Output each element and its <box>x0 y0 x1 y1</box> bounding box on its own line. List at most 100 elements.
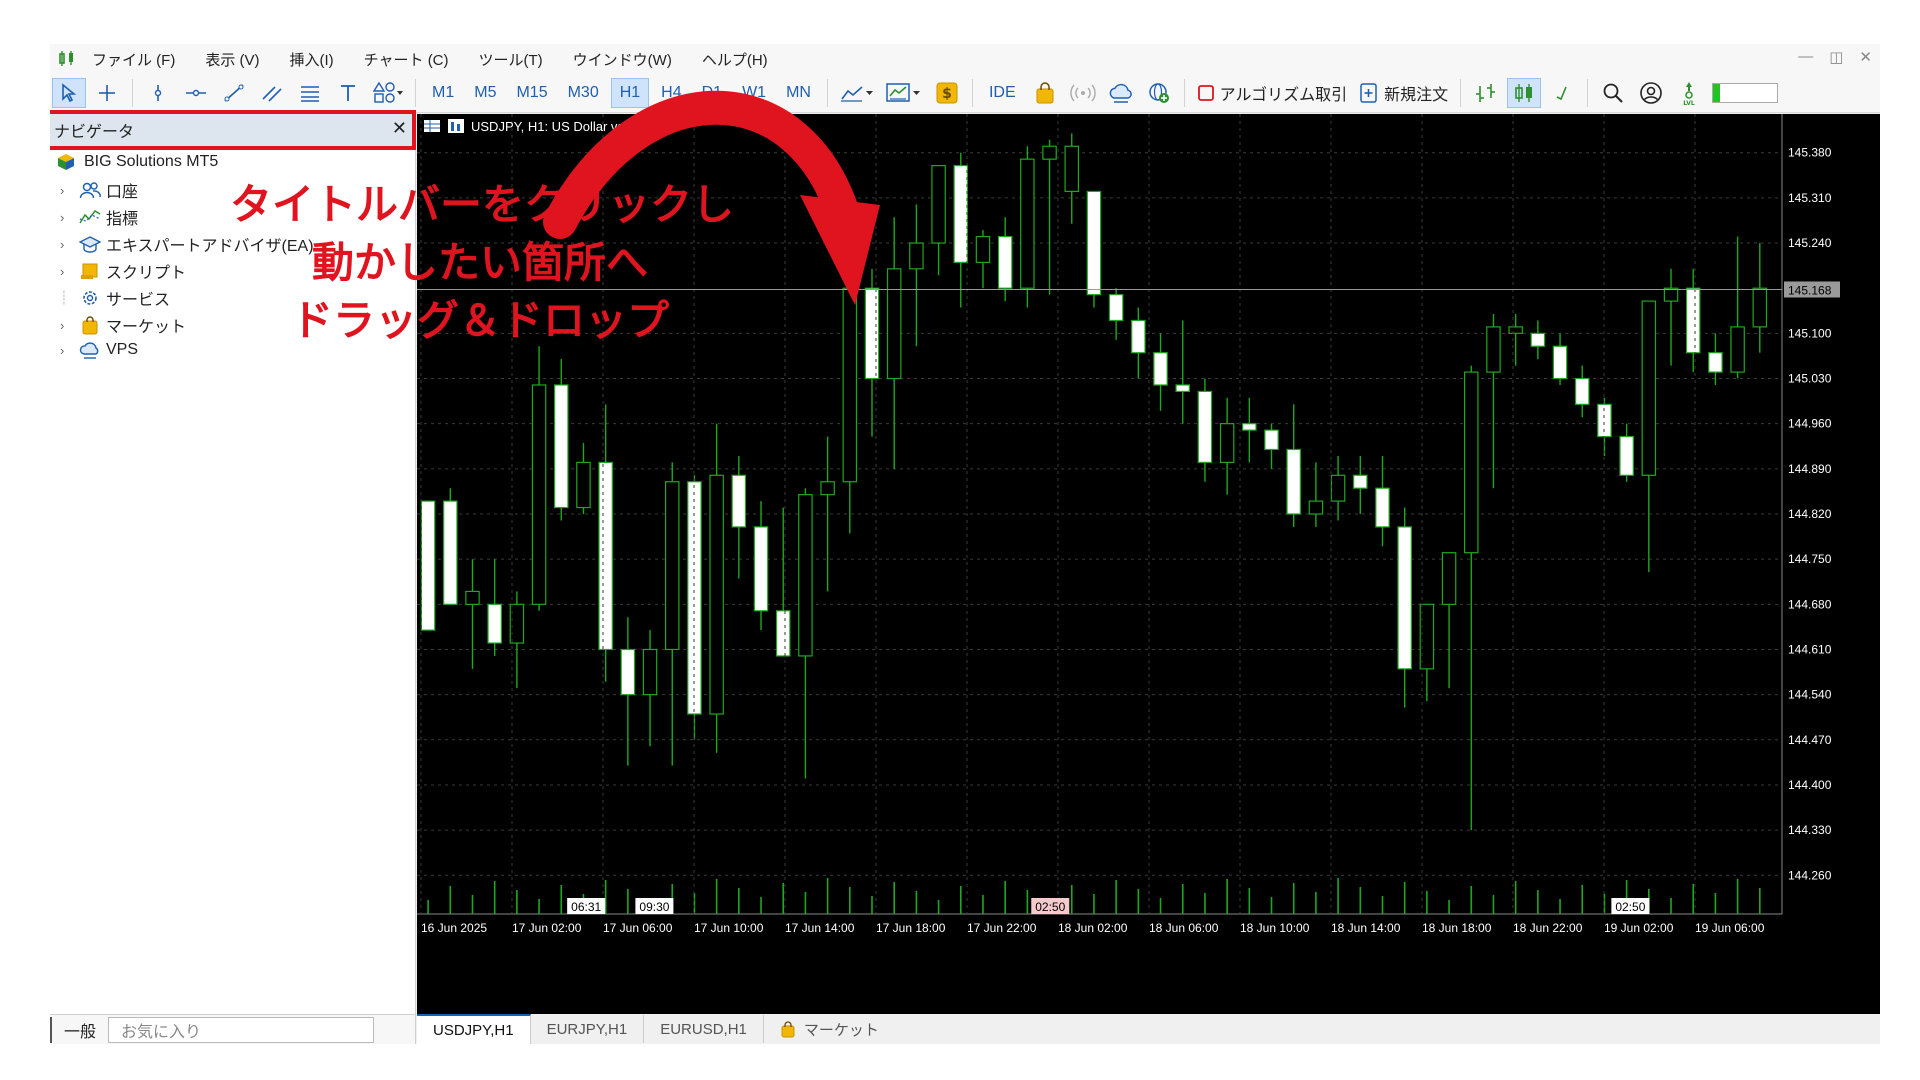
tab-favorites[interactable]: お気に入り <box>108 1017 375 1043</box>
navigator-title-bar[interactable]: ナビゲータ ✕ <box>50 110 416 150</box>
trading-dollar-button[interactable]: $ <box>930 78 964 108</box>
expand-arrow-icon[interactable]: › <box>60 318 78 333</box>
cursor-tool-button[interactable] <box>52 78 86 108</box>
tree-item-indicators[interactable]: › 指標 <box>60 205 138 229</box>
candle-body <box>1353 474 1368 489</box>
tab-market[interactable]: マーケット <box>764 1015 895 1043</box>
tree-item-services[interactable]: ┊ サービス <box>60 286 170 310</box>
chart-symbol-label: USDJPY, H1: US Dollar vs Jap <box>471 118 649 134</box>
horizontal-line-button[interactable] <box>179 78 213 108</box>
tree-item-scripts[interactable]: › スクリプト <box>60 259 186 283</box>
tree-item-market[interactable]: › マーケット <box>60 313 186 337</box>
algo-trading-button[interactable]: アルゴリズム取引 <box>1193 78 1352 108</box>
timeframe-m1[interactable]: M1 <box>424 78 462 108</box>
menu-file[interactable]: ファイル (F) <box>92 49 175 70</box>
navigator-tabs: 一般 お気に入り <box>50 1014 415 1044</box>
price-tick-label: 144.540 <box>1788 688 1832 702</box>
channel-button[interactable] <box>255 78 289 108</box>
menu-view[interactable]: 表示 (V) <box>205 49 259 70</box>
ide-button[interactable]: IDE <box>981 78 1024 108</box>
menu-bar: ファイル (F) 表示 (V) 挿入(I) チャート (C) ツール(T) ウイ… <box>50 44 1880 74</box>
candle-body <box>620 648 636 696</box>
expand-arrow-icon[interactable]: › <box>60 237 78 252</box>
price-tick-label: 144.890 <box>1788 462 1832 476</box>
tree-item-accounts[interactable]: › 口座 <box>60 178 138 202</box>
level-button[interactable]: LVL <box>1672 78 1706 108</box>
bar-chart-button[interactable] <box>1469 78 1503 108</box>
market-button[interactable] <box>1028 78 1062 108</box>
price-tick-label: 144.470 <box>1788 733 1832 747</box>
search-button[interactable] <box>1596 78 1630 108</box>
candle-body <box>975 235 991 263</box>
user-icon <box>1640 82 1662 104</box>
trendline-button[interactable] <box>217 78 251 108</box>
tab-common[interactable]: 一般 <box>50 1017 108 1043</box>
timeframe-w1[interactable]: W1 <box>734 78 774 108</box>
candle-body <box>576 461 591 509</box>
tree-item-vps[interactable]: › VPS <box>60 340 138 360</box>
indicators-button[interactable] <box>882 78 926 108</box>
time-tick-label: 17 Jun 18:00 <box>876 921 946 935</box>
annotation-line: ドラッグ＆ドロップ <box>290 296 669 345</box>
menu-insert[interactable]: 挿入(I) <box>290 49 334 70</box>
candle-body <box>554 384 569 509</box>
globe-plus-icon <box>1148 83 1169 103</box>
expand-arrow-icon[interactable]: › <box>60 343 78 358</box>
timeframe-m5[interactable]: M5 <box>466 78 504 108</box>
chart-type-button[interactable] <box>836 78 878 108</box>
expand-arrow-icon[interactable]: › <box>60 210 78 225</box>
candle-body <box>1108 294 1124 322</box>
tab-usdjpy-h1[interactable]: USDJPY,H1 <box>417 1014 531 1044</box>
expand-arrow-icon[interactable]: › <box>60 183 78 198</box>
candle-body <box>443 500 458 605</box>
timeframe-m30[interactable]: M30 <box>560 78 607 108</box>
candle-body <box>931 165 946 244</box>
price-tick-label: 145.030 <box>1788 372 1832 386</box>
indicators-icon <box>886 83 920 102</box>
timeframe-d1[interactable]: D1 <box>694 78 730 108</box>
tree-root-broker[interactable]: BIG Solutions MT5 <box>56 152 218 172</box>
line-mode-button[interactable] <box>1545 78 1579 108</box>
shapes-button[interactable] <box>369 78 407 108</box>
candle-body <box>1574 377 1590 405</box>
toolbar: M1 M5 M15 M30 H1 H4 D1 W1 MN $ IDE アルゴリズ… <box>50 74 1880 113</box>
menu-window[interactable]: ウインドウ(W) <box>573 49 672 70</box>
timeframe-m15[interactable]: M15 <box>508 78 555 108</box>
timeframe-mn[interactable]: MN <box>778 78 819 108</box>
candle-body <box>509 603 525 644</box>
account-button[interactable] <box>1634 78 1668 108</box>
candle-body <box>1730 326 1745 373</box>
timeframe-h1[interactable]: H1 <box>610 78 650 108</box>
fibonacci-icon <box>301 86 319 102</box>
crosshair-tool-button[interactable] <box>90 78 124 108</box>
timeframe-h4[interactable]: H4 <box>653 78 689 108</box>
text-tool-button[interactable] <box>331 78 365 108</box>
table-icon <box>424 120 440 132</box>
new-order-button[interactable]: 新規注文 <box>1355 78 1452 108</box>
fibonacci-button[interactable] <box>293 78 327 108</box>
menu-chart[interactable]: チャート (C) <box>364 49 449 70</box>
candlestick-button[interactable] <box>1507 78 1542 108</box>
time-tick-label: 18 Jun 18:00 <box>1422 921 1492 935</box>
price-tick-label: 145.380 <box>1788 146 1832 160</box>
tree-item-label: VPS <box>106 341 139 358</box>
signals-button[interactable] <box>1066 78 1100 108</box>
restore-button[interactable]: ◫ <box>1829 48 1843 66</box>
web-trading-button[interactable] <box>1142 78 1176 108</box>
annotation-text: タイトルバーをクリックし 動かしたい箇所へ ドラッグ＆ドロップ <box>230 176 734 350</box>
vps-cloud-button[interactable] <box>1104 78 1138 108</box>
tab-eurusd-h1[interactable]: EURUSD,H1 <box>644 1015 764 1043</box>
candle-body <box>531 384 547 605</box>
minimize-button[interactable]: — <box>1798 48 1813 66</box>
indicator-wave-icon <box>78 207 102 227</box>
candle-body <box>731 474 747 528</box>
menu-help[interactable]: ヘルプ(H) <box>702 49 768 70</box>
session-marker-label: 06:31 <box>571 900 601 914</box>
tab-eurjpy-h1[interactable]: EURJPY,H1 <box>531 1015 645 1043</box>
close-window-button[interactable]: ✕ <box>1859 48 1872 66</box>
expand-arrow-icon[interactable]: › <box>60 264 78 279</box>
signal-icon <box>1069 84 1096 102</box>
menu-tools[interactable]: ツール(T) <box>479 49 543 70</box>
candle-body <box>909 242 924 270</box>
vertical-line-button[interactable] <box>141 78 175 108</box>
